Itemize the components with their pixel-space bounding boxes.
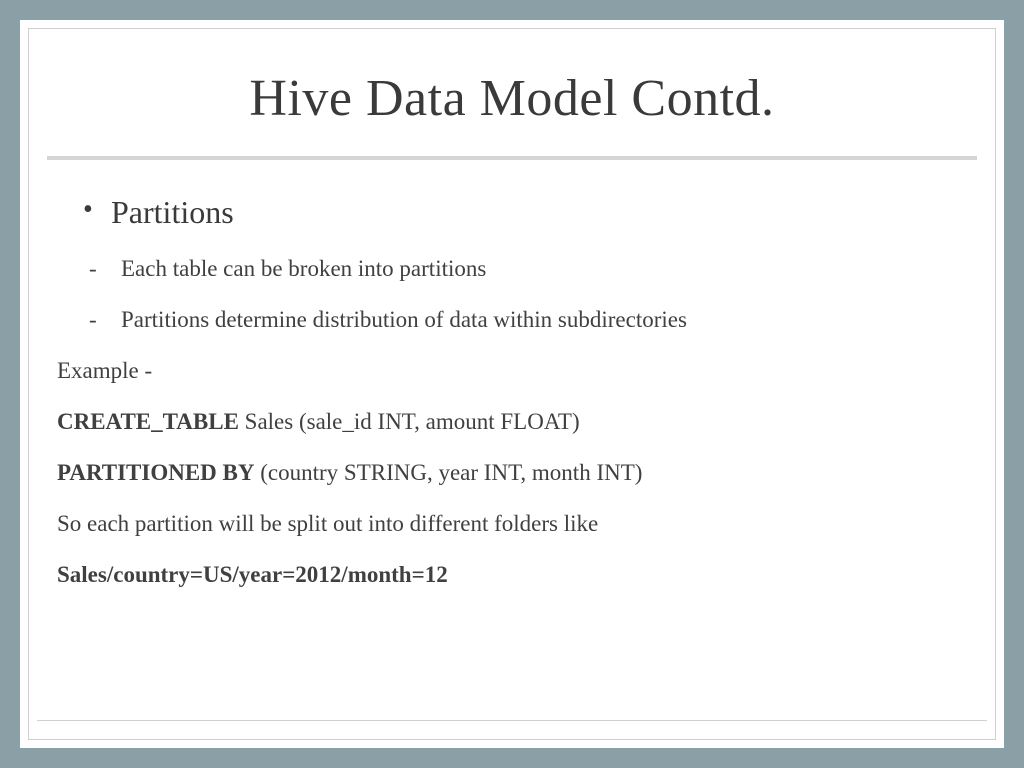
example-label: Example -	[57, 355, 955, 386]
dash-marker: -	[89, 253, 121, 284]
code-rest-2: (country STRING, year INT, month INT)	[255, 460, 643, 485]
slide-outer-frame: Hive Data Model Contd. Partitions - Each…	[20, 20, 1004, 748]
code-line-1: CREATE_TABLE Sales (sale_id INT, amount …	[57, 406, 955, 437]
sub-bullet-1-text: Each table can be broken into partitions	[121, 253, 486, 284]
code-keyword-1: CREATE_TABLE	[57, 409, 239, 434]
explain-line: So each partition will be split out into…	[57, 508, 955, 539]
code-rest-1: Sales (sale_id INT, amount FLOAT)	[239, 409, 580, 434]
dash-marker: -	[89, 304, 121, 335]
slide-inner-frame: Hive Data Model Contd. Partitions - Each…	[28, 28, 996, 740]
sub-bullet-2: - Partitions determine distribution of d…	[83, 304, 955, 335]
code-keyword-2: PARTITIONED BY	[57, 460, 255, 485]
title-container: Hive Data Model Contd.	[37, 29, 987, 156]
path-line: Sales/country=US/year=2012/month=12	[57, 559, 955, 590]
main-bullet: Partitions	[83, 194, 955, 231]
footer-divider	[37, 720, 987, 721]
slide-title: Hive Data Model Contd.	[57, 69, 967, 128]
sub-bullet-1: - Each table can be broken into partitio…	[83, 253, 955, 284]
code-line-2: PARTITIONED BY (country STRING, year INT…	[57, 457, 955, 488]
content-area: Partitions - Each table can be broken in…	[29, 160, 995, 590]
sub-bullet-2-text: Partitions determine distribution of dat…	[121, 304, 687, 335]
